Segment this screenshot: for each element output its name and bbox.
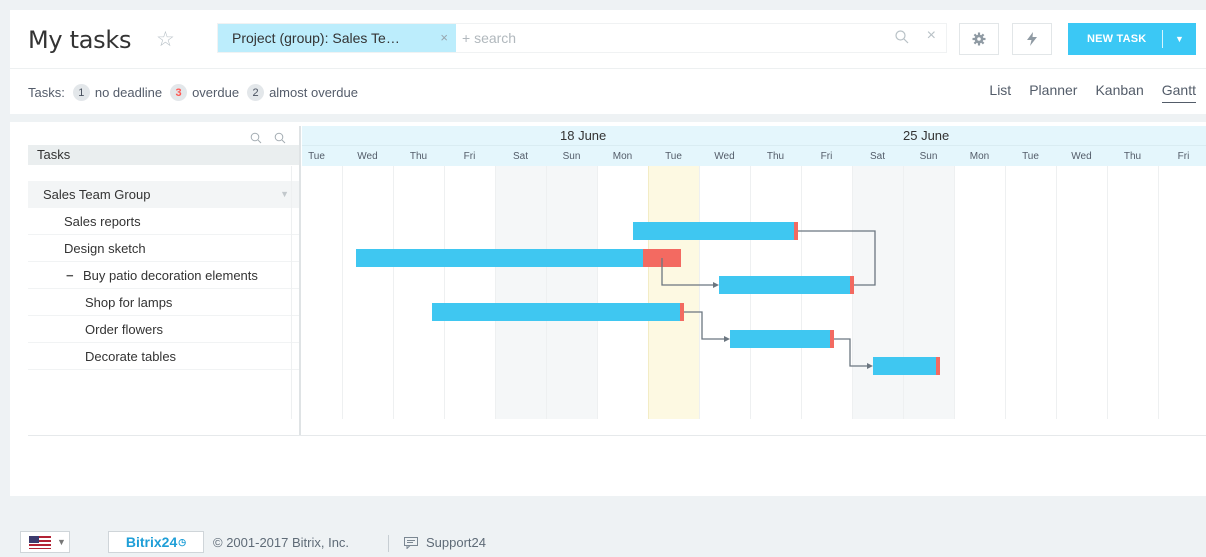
footer-divider xyxy=(388,535,389,552)
button-divider xyxy=(1162,30,1163,48)
task-row[interactable]: Decorate tables xyxy=(28,343,299,370)
tab-kanban[interactable]: Kanban xyxy=(1095,82,1143,103)
task-row[interactable]: Shop for lamps xyxy=(28,289,299,316)
group-label: Sales Team Group xyxy=(43,187,151,202)
gantt-timeline: 18 June 25 June Tue Wed Thu Fri Sat Sun Mon Tue… xyxy=(291,126,1206,419)
zoom-in-icon[interactable] xyxy=(250,132,262,144)
dependency-arrows xyxy=(661,230,876,369)
filter-search-box[interactable]: Project (group): Sales Te… × + search × xyxy=(217,23,947,53)
overdue-count[interactable]: 3 xyxy=(170,84,188,101)
almost-overdue-label[interactable]: almost overdue xyxy=(269,85,358,100)
task-row[interactable]: Sales reports xyxy=(28,208,299,235)
new-task-button[interactable]: NEW TASK ▼ xyxy=(1068,23,1196,55)
task-title[interactable]: Buy patio decoration elements xyxy=(83,268,258,283)
filter-chip[interactable]: Project (group): Sales Te… × xyxy=(218,24,456,52)
copyright: © 2001-2017 Bitrix, Inc. xyxy=(213,535,350,550)
almost-overdue-count[interactable]: 2 xyxy=(247,84,265,101)
chat-icon xyxy=(404,537,418,549)
dependency-line xyxy=(661,258,714,286)
automation-button[interactable] xyxy=(1012,23,1052,55)
language-selector[interactable]: ▼ xyxy=(20,531,70,553)
no-deadline-count[interactable]: 1 xyxy=(72,84,90,101)
header-divider xyxy=(10,68,1206,69)
dependency-line xyxy=(834,338,868,367)
tab-planner[interactable]: Planner xyxy=(1029,82,1077,103)
chevron-down-icon[interactable]: ▼ xyxy=(280,181,289,208)
lightning-icon xyxy=(1027,32,1037,46)
new-task-label: NEW TASK xyxy=(1087,33,1147,45)
section-divider xyxy=(10,114,1206,122)
chevron-down-icon: ▼ xyxy=(57,537,66,547)
arrow-head xyxy=(867,363,873,369)
zoom-out-icon[interactable] xyxy=(274,132,286,144)
search-input[interactable]: + search xyxy=(462,30,516,46)
filter-chip-label: Project (group): Sales Te… xyxy=(232,30,400,46)
task-title[interactable]: Shop for lamps xyxy=(85,295,172,310)
tasks-panel: My tasks ☆ Project (group): Sales Te… × … xyxy=(10,10,1206,496)
clock-icon: ◷ xyxy=(178,536,187,547)
task-row[interactable]: Order flowers xyxy=(28,316,299,343)
settings-button[interactable] xyxy=(959,23,999,55)
bitrix24-logo[interactable]: Bitrix24 ◷ xyxy=(108,531,204,553)
gantt-task-tree: Tasks Sales Team Group ▼ Sales reports D… xyxy=(28,126,301,435)
us-flag-icon xyxy=(29,535,51,549)
group-row[interactable]: Sales Team Group ▼ xyxy=(28,181,299,208)
overdue-label[interactable]: overdue xyxy=(192,85,239,100)
dependency-line xyxy=(684,311,725,340)
gantt-bottom-border xyxy=(28,435,1206,436)
logo-text: Bitrix24 xyxy=(125,534,178,550)
task-title[interactable]: Decorate tables xyxy=(85,349,176,364)
task-title[interactable]: Design sketch xyxy=(64,241,146,256)
no-deadline-label[interactable]: no deadline xyxy=(95,85,162,100)
gear-icon xyxy=(972,32,986,46)
chevron-down-icon[interactable]: ▼ xyxy=(1163,34,1196,44)
search-icon[interactable] xyxy=(894,29,910,45)
task-title[interactable]: Sales reports xyxy=(64,214,141,229)
remove-filter-icon[interactable]: × xyxy=(440,30,448,45)
counters-prefix: Tasks: xyxy=(28,85,65,100)
view-switcher: List Planner Kanban Gantt xyxy=(971,82,1196,103)
task-counters: Tasks: 1 no deadline 3 overdue 2 almost … xyxy=(28,84,358,101)
task-row[interactable]: − Buy patio decoration elements xyxy=(28,262,299,289)
clear-search-icon[interactable]: × xyxy=(927,27,936,45)
tab-list[interactable]: List xyxy=(989,82,1011,103)
dependency-line xyxy=(798,230,876,286)
tab-gantt[interactable]: Gantt xyxy=(1161,82,1196,103)
task-row[interactable]: Design sketch xyxy=(28,235,299,262)
star-icon[interactable]: ☆ xyxy=(156,27,175,52)
footer: ▼ Bitrix24 ◷ © 2001-2017 Bitrix, Inc. Sup… xyxy=(0,496,1206,557)
task-title[interactable]: Order flowers xyxy=(85,322,163,337)
arrow-head xyxy=(724,336,730,342)
tasks-column-header: Tasks xyxy=(28,145,299,165)
page-title: My tasks xyxy=(28,26,132,54)
collapse-icon[interactable]: − xyxy=(66,262,76,289)
arrow-head xyxy=(713,282,719,288)
support-link[interactable]: Support24 xyxy=(426,535,486,550)
